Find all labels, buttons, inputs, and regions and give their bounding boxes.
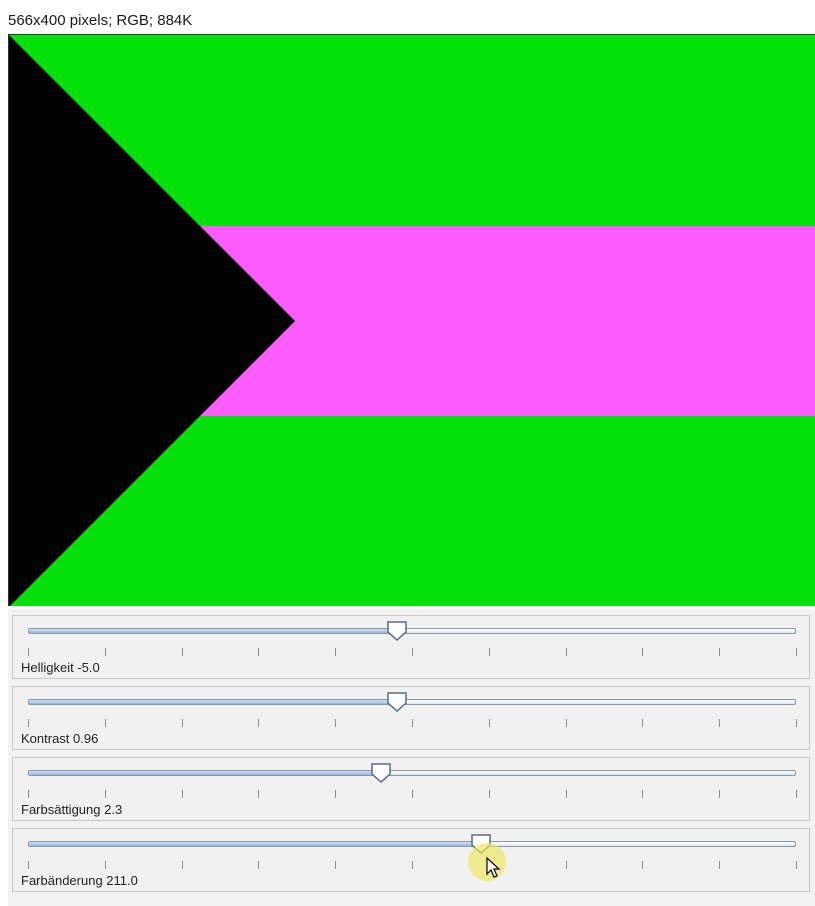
tick-mark xyxy=(719,790,721,798)
tick-mark xyxy=(565,790,567,798)
tick-marks xyxy=(28,719,797,727)
tick-mark xyxy=(104,861,106,869)
tick-mark xyxy=(796,648,797,656)
slider-fill xyxy=(29,700,397,704)
tick-mark xyxy=(488,719,490,727)
tick-mark xyxy=(719,861,721,869)
tick-mark xyxy=(719,719,721,727)
tick-mark xyxy=(642,719,644,727)
tick-mark xyxy=(642,861,644,869)
tick-marks xyxy=(28,648,797,656)
tick-mark xyxy=(28,861,29,869)
tick-marks xyxy=(28,790,797,798)
tick-mark xyxy=(335,719,337,727)
tick-mark xyxy=(258,648,260,656)
slider-fill xyxy=(29,842,481,846)
slider-fill xyxy=(29,629,397,633)
tick-mark xyxy=(412,861,413,869)
tick-mark xyxy=(258,719,260,727)
tick-mark xyxy=(258,861,260,869)
slider-track[interactable] xyxy=(28,699,796,705)
tick-mark xyxy=(28,719,29,727)
contrast-label: Kontrast 0.96 xyxy=(21,731,99,746)
tick-mark xyxy=(181,861,183,869)
tick-mark xyxy=(181,719,183,727)
tick-mark xyxy=(412,648,413,656)
tick-mark xyxy=(335,861,337,869)
slider-fill xyxy=(29,771,382,775)
image-info-label: 566x400 pixels; RGB; 884K xyxy=(8,12,193,29)
tick-mark xyxy=(412,719,413,727)
contrast-slider[interactable]: Kontrast 0.96 xyxy=(12,686,810,750)
tick-mark xyxy=(28,648,29,656)
tick-mark xyxy=(565,648,567,656)
tick-mark xyxy=(412,790,413,798)
tick-mark xyxy=(796,719,797,727)
tick-marks xyxy=(28,861,797,869)
tick-mark xyxy=(181,648,183,656)
tick-mark xyxy=(104,790,106,798)
tick-mark xyxy=(488,648,490,656)
tick-mark xyxy=(642,648,644,656)
slider-thumb[interactable] xyxy=(386,691,408,713)
tick-mark xyxy=(181,790,183,798)
slider-track[interactable] xyxy=(28,770,796,776)
hue-label: Farbänderung 211.0 xyxy=(21,873,138,888)
tick-mark xyxy=(565,719,567,727)
brightness-slider[interactable]: Helligkeit -5.0 xyxy=(12,615,810,679)
tick-mark xyxy=(642,790,644,798)
brightness-label: Helligkeit -5.0 xyxy=(21,660,100,675)
saturation-slider[interactable]: Farbsättigung 2.3 xyxy=(12,757,810,821)
tick-mark xyxy=(488,790,490,798)
tick-mark xyxy=(565,861,567,869)
tick-mark xyxy=(796,790,797,798)
tick-mark xyxy=(719,648,721,656)
tick-mark xyxy=(104,719,106,727)
hue-slider[interactable]: Farbänderung 211.0 xyxy=(12,828,810,892)
image-canvas[interactable] xyxy=(8,34,815,606)
tick-mark xyxy=(335,648,337,656)
adjustment-panel: Helligkeit -5.0 Kontrast 0.96 Farbsättig… xyxy=(8,609,815,906)
slider-track[interactable] xyxy=(28,841,796,847)
flag-image xyxy=(9,35,815,606)
tick-mark xyxy=(796,861,797,869)
saturation-label: Farbsättigung 2.3 xyxy=(21,802,123,817)
tick-mark xyxy=(28,790,29,798)
tick-mark xyxy=(335,790,337,798)
mouse-pointer-icon xyxy=(486,857,501,878)
tick-mark xyxy=(258,790,260,798)
tick-mark xyxy=(104,648,106,656)
slider-thumb[interactable] xyxy=(370,762,392,784)
slider-thumb[interactable] xyxy=(386,620,408,642)
slider-track[interactable] xyxy=(28,628,796,634)
